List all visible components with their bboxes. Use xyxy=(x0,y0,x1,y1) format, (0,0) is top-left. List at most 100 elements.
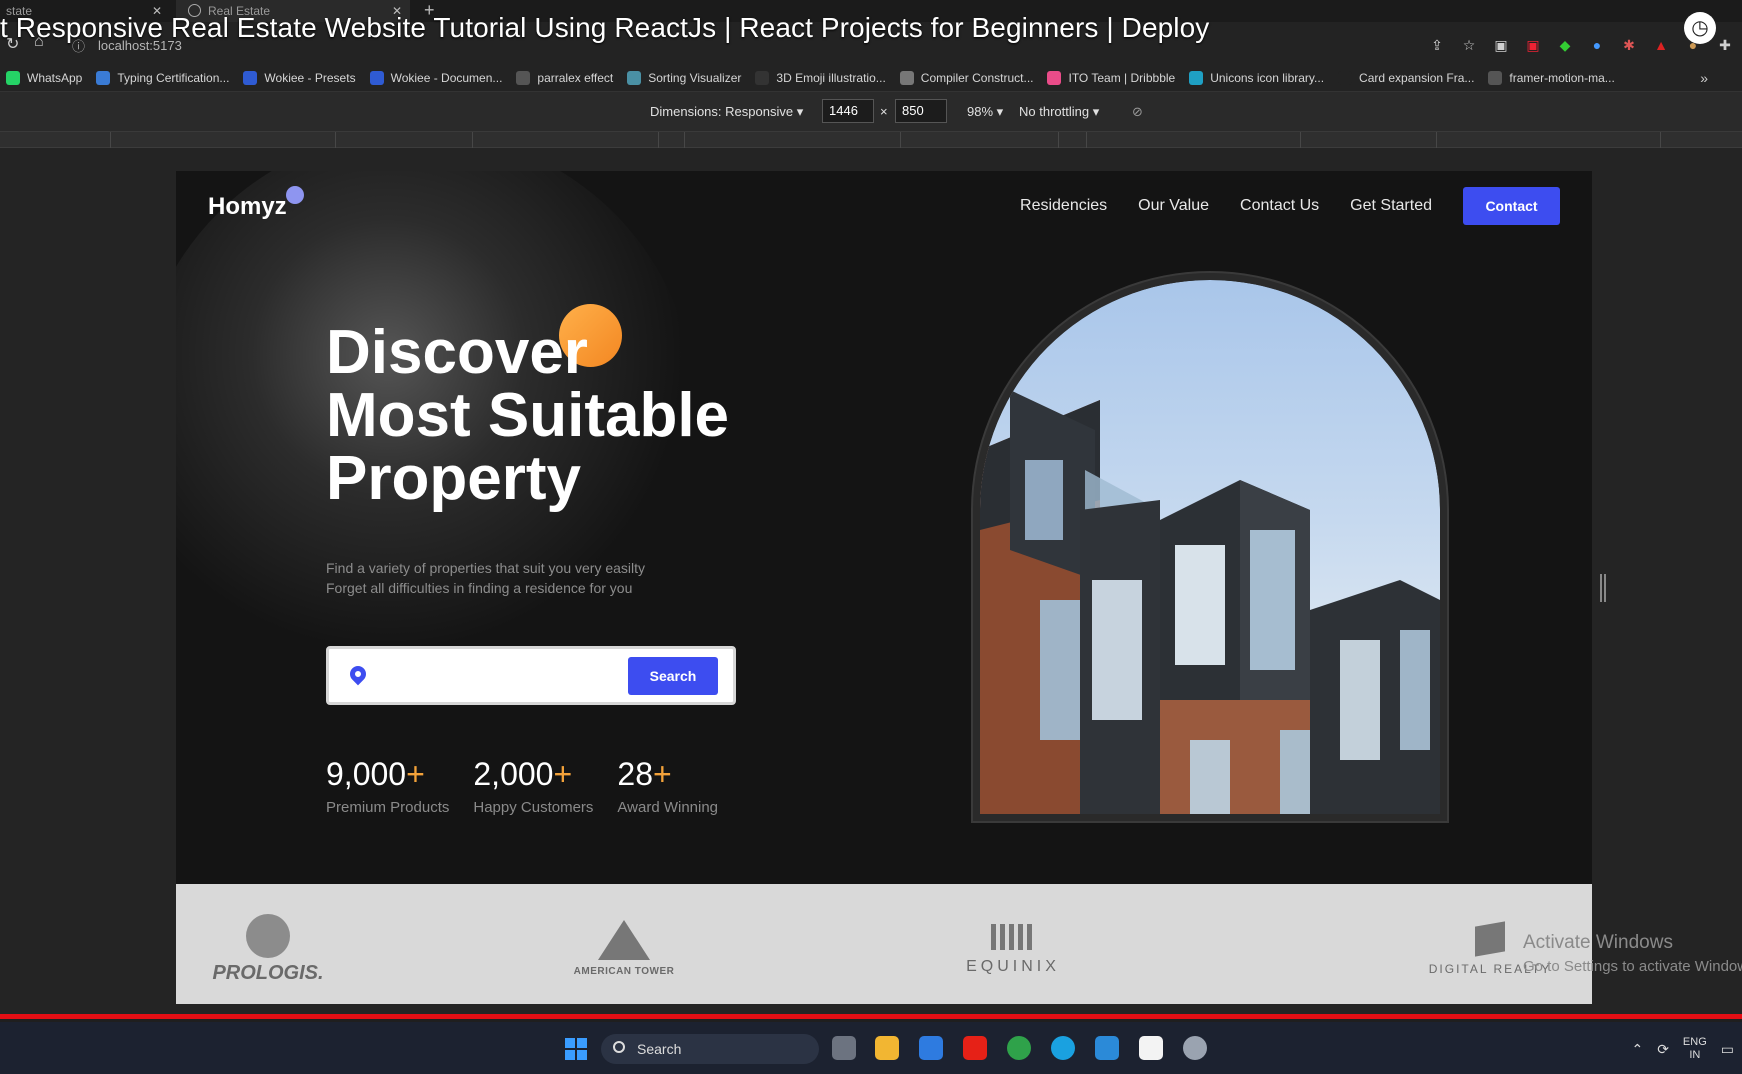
hero-description-line: Find a variety of properties that suit y… xyxy=(326,560,646,576)
bookmark-item[interactable]: 3D Emoji illustratio... xyxy=(755,70,886,85)
bookmark-item[interactable]: framer-motion-ma... xyxy=(1488,70,1615,85)
hero-title: Discover Most Suitable Property xyxy=(326,321,786,510)
bookmark-item[interactable]: Unicons icon library... xyxy=(1189,70,1324,85)
bookmark-favicon-icon xyxy=(6,70,20,85)
bookmark-label: Wokiee - Documen... xyxy=(390,70,503,85)
chrome-icon[interactable] xyxy=(1007,1036,1031,1060)
shield-icon[interactable]: ◆ xyxy=(1554,36,1576,54)
search-input[interactable] xyxy=(381,663,601,687)
media-query-ruler xyxy=(0,132,1742,148)
youtube-icon[interactable] xyxy=(963,1036,987,1060)
location-pin-icon xyxy=(346,662,370,686)
device-toolbar: Dimensions: Responsive ▾ 1446 × 850 98% … xyxy=(0,92,1742,132)
pdf-icon[interactable]: ▲ xyxy=(1650,36,1672,54)
resize-handle[interactable] xyxy=(1600,574,1606,602)
chevron-up-icon[interactable]: ⌃ xyxy=(1631,1041,1643,1058)
dimensions-select[interactable]: Dimensions: Responsive ▾ xyxy=(650,104,803,120)
bookmark-item[interactable]: Sorting Visualizer xyxy=(627,70,741,85)
throttling-select[interactable]: No throttling ▾ xyxy=(1019,104,1099,120)
chevron-right-icon[interactable]: » xyxy=(1700,70,1708,86)
stat-number: 28 xyxy=(617,756,654,792)
hero-image-frame xyxy=(973,273,1447,821)
bookmark-label: parralex effect xyxy=(537,70,614,85)
stat-value: 2,000+ xyxy=(473,756,593,793)
dimensions-label: Dimensions: Responsive xyxy=(650,104,794,119)
bookmark-item[interactable]: Compiler Construct... xyxy=(899,70,1034,85)
bookmark-favicon-icon xyxy=(1047,70,1062,85)
search-bar: Search xyxy=(326,646,736,705)
extension-icon[interactable]: ▣ xyxy=(1522,36,1544,54)
taskbar: Search ⌃ ⟳ ENG IN ▭ xyxy=(0,1022,1742,1074)
bookmark-label: framer-motion-ma... xyxy=(1509,70,1615,85)
hero-description-line: Forget all difficulties in finding a res… xyxy=(326,580,633,596)
stat-number: 2,000 xyxy=(473,756,554,792)
tower-icon xyxy=(598,920,650,960)
nav-residencies[interactable]: Residencies xyxy=(1020,197,1107,215)
hero-title-line: Discover xyxy=(326,318,588,387)
bookmark-label: Compiler Construct... xyxy=(920,70,1034,85)
bookmark-item[interactable]: parralex effect xyxy=(516,70,614,85)
file-explorer-icon[interactable] xyxy=(875,1036,899,1060)
bookmarks-bar: WhatsApp Typing Certification... Wokiee - … xyxy=(0,64,1742,92)
windows-start-icon[interactable] xyxy=(565,1038,587,1060)
sync-icon[interactable]: ⟳ xyxy=(1657,1041,1669,1058)
bookmark-favicon-icon xyxy=(1338,70,1353,85)
bookmark-favicon-icon xyxy=(516,70,531,85)
bookmark-item[interactable]: Wokiee - Documen... xyxy=(369,70,503,85)
snipping-tool-icon[interactable] xyxy=(1139,1036,1163,1060)
hero-building-image xyxy=(980,280,1440,814)
bookmark-item[interactable]: Wokiee - Presets xyxy=(243,70,356,85)
region-label: IN xyxy=(1689,1049,1701,1061)
search-button[interactable]: Search xyxy=(628,657,718,695)
taskbar-search-label: Search xyxy=(637,1041,682,1057)
height-input[interactable]: 850 xyxy=(895,99,947,123)
puzzle-icon[interactable]: ✚ xyxy=(1714,36,1736,54)
taskbar-search[interactable]: Search xyxy=(601,1034,819,1064)
company-name: AMERICAN TOWER xyxy=(573,966,675,977)
stat-plus: + xyxy=(653,756,672,792)
company-name: EQUINIX xyxy=(966,958,1060,975)
react-icon[interactable]: ✱ xyxy=(1618,36,1640,54)
bookmark-label: ITO Team | Dribbble xyxy=(1068,70,1176,85)
bookmark-item[interactable]: WhatsApp xyxy=(6,70,83,85)
contact-button[interactable]: Contact xyxy=(1463,187,1560,225)
store-icon[interactable] xyxy=(919,1036,943,1060)
equinix-icon xyxy=(991,924,1035,950)
bookmark-label: Wokiee - Presets xyxy=(264,70,356,85)
nav-our-value[interactable]: Our Value xyxy=(1138,197,1209,215)
camera-icon[interactable]: ▣ xyxy=(1490,36,1512,54)
activate-windows-title: Activate Windows xyxy=(1523,932,1673,953)
share-icon[interactable]: ⇪ xyxy=(1426,36,1448,54)
settings-icon[interactable] xyxy=(1183,1036,1207,1060)
skype-icon[interactable] xyxy=(1051,1036,1075,1060)
site-logo[interactable]: Homyz xyxy=(208,193,287,221)
company-logo-equinix: EQUINIX xyxy=(958,914,1068,976)
zoom-select[interactable]: 98% ▾ xyxy=(967,104,1003,120)
clock-icon[interactable]: ◷ xyxy=(1684,12,1716,44)
search-icon xyxy=(613,1041,625,1053)
bookmark-item[interactable]: Card expansion Fra... xyxy=(1338,70,1474,85)
site-nav: Residencies Our Value Contact Us Get Sta… xyxy=(1020,187,1560,225)
vscode-icon[interactable] xyxy=(1095,1036,1119,1060)
network-icon[interactable]: ▭ xyxy=(1721,1041,1734,1058)
times-label: × xyxy=(880,104,888,119)
company-name: PROLOGIS. xyxy=(212,962,324,984)
hero-title-line: Property xyxy=(326,444,581,513)
bookmark-item[interactable]: Typing Certification... xyxy=(96,70,229,85)
task-view-icon[interactable] xyxy=(832,1036,856,1060)
bookmark-item[interactable]: ITO Team | Dribbble xyxy=(1047,70,1176,85)
bookmark-favicon-icon xyxy=(755,70,770,85)
width-input[interactable]: 1446 xyxy=(822,99,874,123)
stat-label: Happy Customers xyxy=(473,799,594,816)
language-indicator[interactable]: ENG IN xyxy=(1683,1036,1707,1062)
hero-title-line: Most Suitable xyxy=(326,381,730,450)
color-icon[interactable]: ● xyxy=(1586,36,1608,54)
rotate-icon[interactable]: ⊘ xyxy=(1132,104,1143,120)
company-logo-american-tower: AMERICAN TOWER xyxy=(554,914,694,977)
language-label: ENG xyxy=(1682,1036,1707,1048)
bookmark-label: WhatsApp xyxy=(27,70,83,85)
nav-contact-us[interactable]: Contact Us xyxy=(1240,197,1319,215)
star-icon[interactable]: ☆ xyxy=(1458,36,1480,54)
nav-get-started[interactable]: Get Started xyxy=(1350,197,1432,215)
video-progress-bar[interactable] xyxy=(0,1014,1742,1019)
